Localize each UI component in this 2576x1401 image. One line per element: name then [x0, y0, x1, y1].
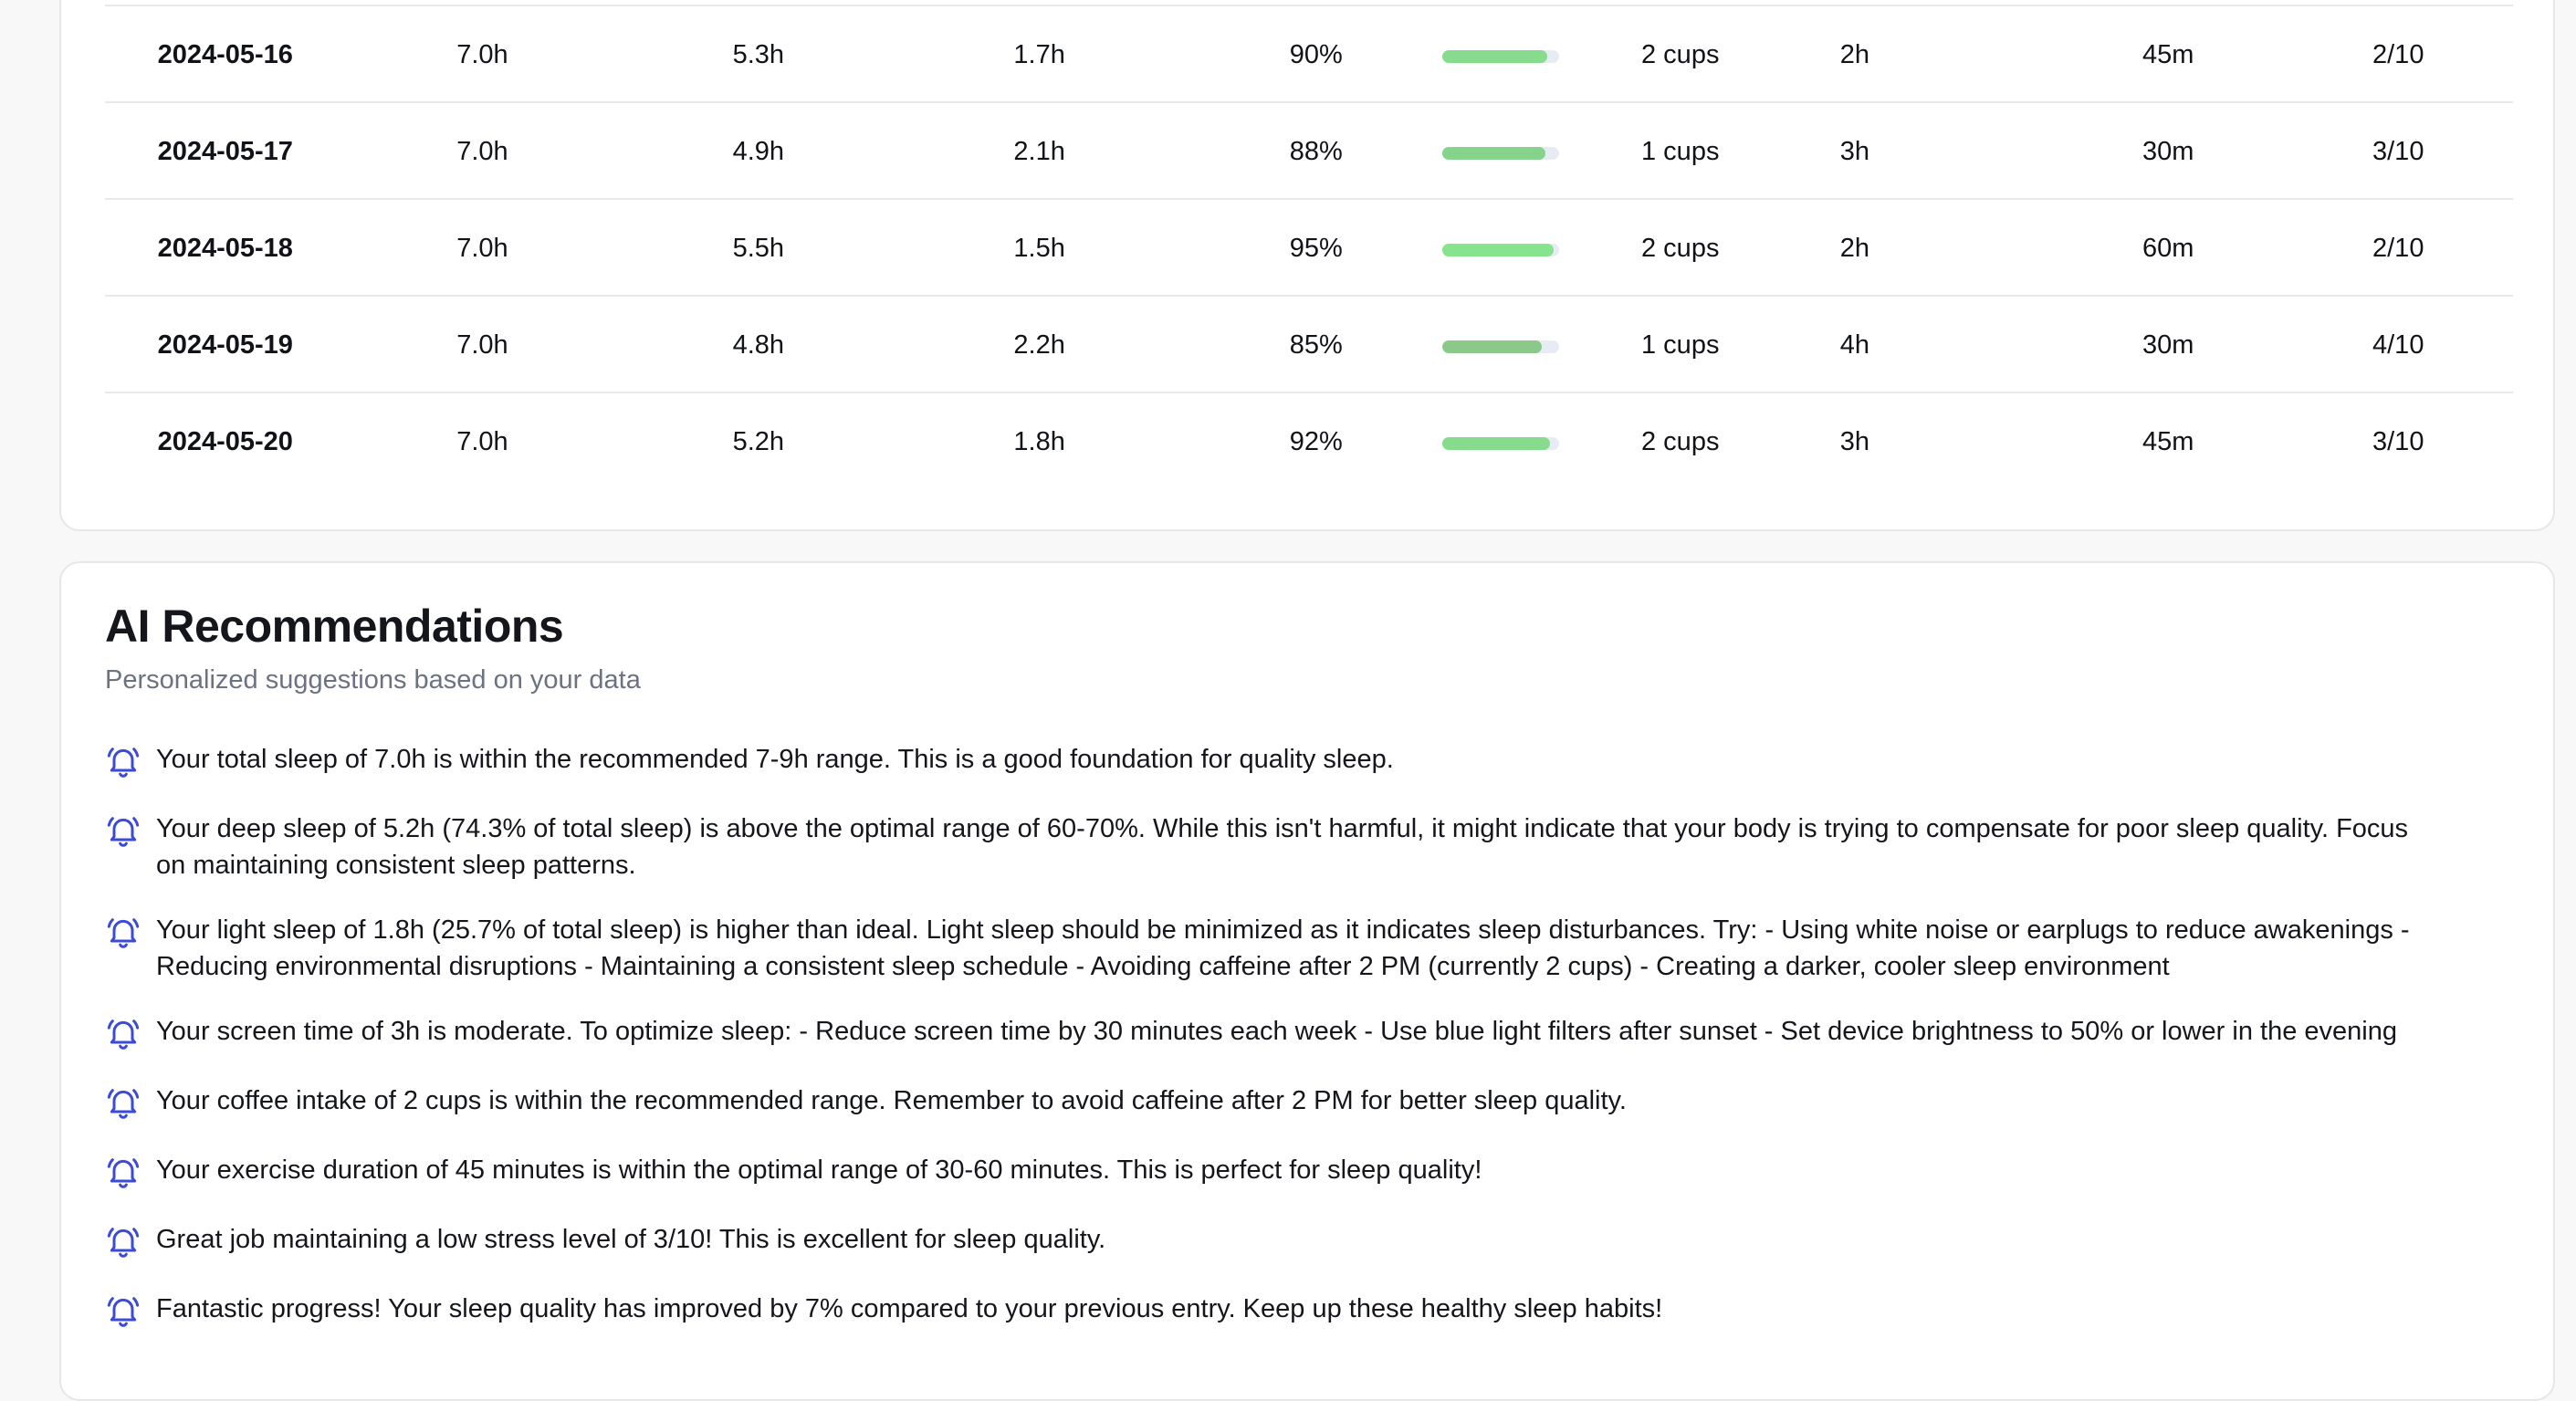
quality-progress-bar [1442, 340, 1560, 353]
quality-cell: 95% [1289, 234, 1343, 263]
total-sleep-cell: 7.0h [456, 330, 508, 360]
recommendation-text-continued: on maintaining consistent sleep patterns… [156, 851, 636, 880]
quality-progress-bar [1442, 147, 1560, 160]
quality-cell: 92% [1289, 427, 1343, 456]
quality-cell: 88% [1289, 137, 1343, 166]
coffee-cell: 1 cups [1641, 330, 1720, 360]
table-row: 2024-05-19 7.0h 4.8h 2.2h 85% 1 cups 4h 30m 4/10 [105, 295, 2513, 392]
recommendation-text: Your deep sleep of 5.2h (74.3% of total … [156, 814, 2409, 843]
recommendations-title: AI Recommendations [105, 601, 564, 652]
stress-cell: 4/10 [2372, 330, 2424, 360]
light-sleep-cell: 1.7h [1013, 40, 1065, 69]
bell-icon [107, 1297, 140, 1327]
bell-icon [107, 1158, 140, 1188]
stress-cell: 3/10 [2372, 137, 2424, 166]
screen-time-cell: 3h [1839, 427, 1870, 456]
recommendation-text-continued: Reducing environmental disruptions - Mai… [156, 952, 2170, 981]
stress-cell: 3/10 [2372, 427, 2424, 456]
bell-icon [107, 817, 140, 847]
light-sleep-cell: 2.1h [1013, 137, 1065, 166]
light-sleep-cell: 1.8h [1013, 427, 1065, 456]
table-row: 2024-05-16 7.0h 5.3h 1.7h 90% 2 cups 2h 45m 2/10 [105, 5, 2513, 101]
recommendation-text: Your coffee intake of 2 cups is within t… [156, 1086, 1627, 1115]
exercise-cell: 30m [2142, 137, 2194, 166]
date-cell: 2024-05-16 [157, 40, 293, 69]
recommendation-text: Your screen time of 3h is moderate. To o… [156, 1017, 2397, 1046]
date-cell: 2024-05-19 [157, 330, 293, 360]
date-cell: 2024-05-20 [157, 427, 293, 456]
sleep-log-card: 2024-05-16 7.0h 5.3h 1.7h 90% 2 cups 2h 45m 2/10… [59, 0, 2555, 531]
quality-progress-bar [1442, 437, 1560, 450]
table-row: 2024-05-18 7.0h 5.5h 1.5h 95% 2 cups 2h 60m 2/10 [105, 198, 2513, 295]
quality-progress-fill [1442, 50, 1548, 63]
stress-cell: 2/10 [2372, 40, 2424, 69]
screen-time-cell: 2h [1839, 40, 1870, 69]
recommendation-text: Your light sleep of 1.8h (25.7% of total… [156, 915, 2410, 945]
quality-progress-fill [1442, 147, 1545, 160]
coffee-cell: 2 cups [1641, 427, 1720, 456]
exercise-cell: 45m [2142, 427, 2194, 456]
screen-time-cell: 4h [1839, 330, 1870, 360]
quality-cell: 85% [1289, 330, 1343, 360]
deep-sleep-cell: 5.2h [732, 427, 785, 456]
recommendation-text: Fantastic progress! Your sleep quality h… [156, 1294, 1663, 1323]
light-sleep-cell: 2.2h [1013, 330, 1065, 360]
bell-icon [107, 1089, 140, 1119]
screen-time-cell: 2h [1839, 234, 1870, 263]
recommendations-subtitle: Personalized suggestions based on your d… [105, 665, 641, 695]
quality-progress-fill [1442, 244, 1554, 256]
total-sleep-cell: 7.0h [456, 40, 508, 69]
bell-icon [107, 1019, 140, 1050]
quality-progress-fill [1442, 437, 1550, 450]
deep-sleep-cell: 4.9h [732, 137, 785, 166]
coffee-cell: 2 cups [1641, 40, 1720, 69]
bell-icon [107, 1228, 140, 1258]
recommendation-text: Your exercise duration of 45 minutes is … [156, 1155, 1482, 1185]
total-sleep-cell: 7.0h [456, 427, 508, 456]
total-sleep-cell: 7.0h [456, 234, 508, 263]
exercise-cell: 60m [2142, 234, 2194, 263]
coffee-cell: 2 cups [1641, 234, 1720, 263]
exercise-cell: 45m [2142, 40, 2194, 69]
recommendation-text: Great job maintaining a low stress level… [156, 1225, 1106, 1254]
deep-sleep-cell: 5.5h [732, 234, 785, 263]
screen-time-cell: 3h [1839, 137, 1870, 166]
table-row: 2024-05-20 7.0h 5.2h 1.8h 92% 2 cups 3h 45m 3/10 [105, 392, 2513, 488]
recommendations-card: AI Recommendations Personalized suggesti… [59, 561, 2555, 1401]
stress-cell: 2/10 [2372, 234, 2424, 263]
date-cell: 2024-05-17 [157, 137, 293, 166]
deep-sleep-cell: 4.8h [732, 330, 785, 360]
exercise-cell: 30m [2142, 330, 2194, 360]
coffee-cell: 1 cups [1641, 137, 1720, 166]
date-cell: 2024-05-18 [157, 234, 293, 263]
deep-sleep-cell: 5.3h [732, 40, 785, 69]
bell-icon [107, 748, 140, 778]
bell-icon [107, 918, 140, 948]
quality-cell: 90% [1289, 40, 1343, 69]
quality-progress-fill [1442, 340, 1542, 353]
total-sleep-cell: 7.0h [456, 137, 508, 166]
quality-progress-bar [1442, 244, 1560, 256]
light-sleep-cell: 1.5h [1013, 234, 1065, 263]
table-row: 2024-05-17 7.0h 4.9h 2.1h 88% 1 cups 3h 30m 3/10 [105, 101, 2513, 198]
quality-progress-bar [1442, 50, 1560, 63]
recommendation-text: Your total sleep of 7.0h is within the r… [156, 745, 1394, 774]
